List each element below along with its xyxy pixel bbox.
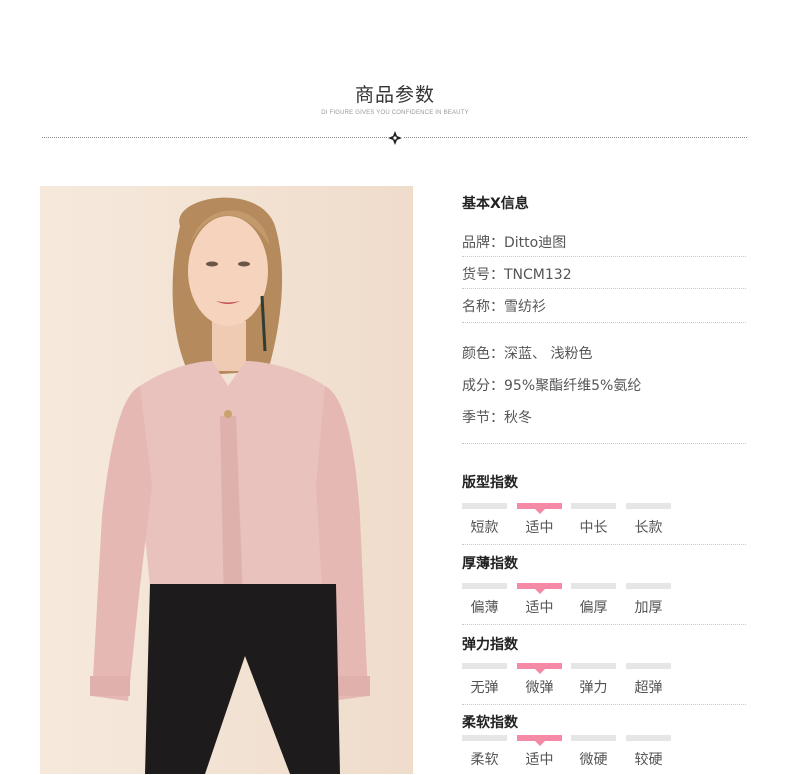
elasticity-option-none: 无弹 — [462, 663, 507, 697]
divider — [462, 624, 746, 625]
thickness-option-extra-thick: 加厚 — [626, 583, 671, 617]
fit-option-midlong: 中长 — [571, 503, 616, 537]
softness-option-hard: 较硬 — [626, 735, 671, 769]
divider — [462, 704, 746, 705]
product-name-text: 名称：雪纺衫 — [462, 299, 546, 315]
thickness-index-scale: 偏薄 适中 偏厚 加厚 — [462, 583, 682, 623]
header-title: 商品参数 — [354, 84, 435, 106]
softness-index-scale: 柔软 适中 微硬 较硬 — [462, 735, 682, 775]
season-text: 季节：秋冬 — [462, 410, 532, 426]
fit-index-scale: 短款 适中 中长 长款 — [462, 503, 682, 543]
divider — [462, 322, 746, 323]
elasticity-option-slight: 微弹 — [517, 663, 562, 697]
item-number-text: 货号：TNCM132 — [462, 267, 572, 283]
softness-option-medium: 适中 — [517, 735, 562, 769]
elasticity-option-super: 超弹 — [626, 663, 671, 697]
fit-option-short: 短款 — [462, 503, 507, 537]
fit-option-long: 长款 — [626, 503, 671, 537]
softness-option-slightly-hard: 微硬 — [571, 735, 616, 769]
ornament-icon — [387, 130, 403, 146]
elasticity-index-scale: 无弹 微弹 弹力 超弹 — [462, 663, 682, 703]
color-text: 颜色：深蓝、 浅粉色 — [462, 346, 593, 362]
elasticity-option-elastic: 弹力 — [571, 663, 616, 697]
elasticity-index-title: 弹力指数 — [462, 637, 518, 653]
fit-index-title: 版型指数 — [462, 475, 518, 491]
fit-option-medium: 适中 — [517, 503, 562, 537]
thickness-index-title: 厚薄指数 — [462, 556, 518, 572]
brand-text: 品牌：Ditto迪图 — [462, 235, 567, 251]
softness-option-soft: 柔软 — [462, 735, 507, 769]
softness-index-title: 柔软指数 — [462, 715, 518, 731]
composition-text: 成分：95%聚酯纤维5%氨纶 — [462, 378, 642, 394]
thickness-option-thin: 偏薄 — [462, 583, 507, 617]
thickness-option-thick: 偏厚 — [571, 583, 616, 617]
divider — [462, 288, 746, 289]
model-illustration — [40, 186, 413, 774]
divider — [462, 256, 746, 257]
basic-info-title: 基本X信息 — [462, 196, 529, 212]
divider — [462, 544, 746, 545]
header-subtitle: DI FIGURE GIVES YOU CONFIDENCE IN BEAUTY — [321, 110, 469, 116]
product-photo — [40, 186, 413, 774]
divider — [462, 443, 746, 444]
thickness-option-medium: 适中 — [517, 583, 562, 617]
